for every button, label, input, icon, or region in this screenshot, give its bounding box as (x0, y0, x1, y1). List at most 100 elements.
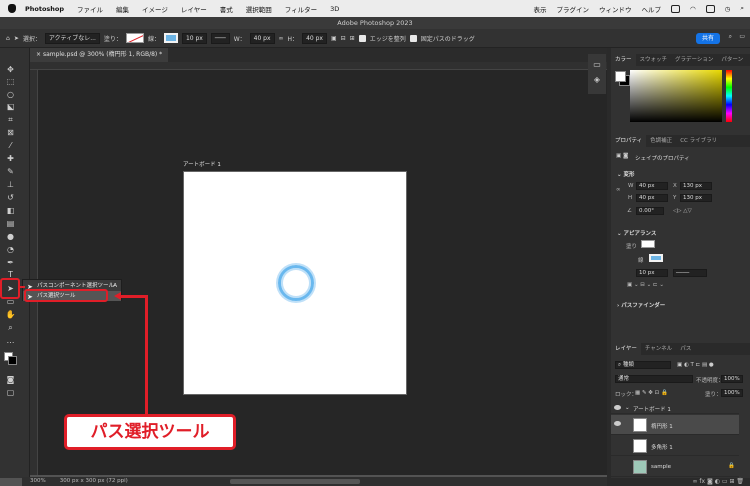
lock-icons[interactable]: ▦ ✎ ✥ ⊡ 🔒 (635, 390, 668, 396)
horizontal-scrollbar[interactable] (230, 479, 360, 484)
x-field-prop[interactable]: 130 px (680, 182, 712, 190)
angle-field[interactable]: 0.00° (636, 207, 664, 215)
hue-slider[interactable] (726, 70, 732, 122)
lasso-tool-icon[interactable]: ○ (4, 90, 17, 99)
menu-file[interactable]: ファイル (77, 4, 103, 14)
fill-field-layers[interactable]: 100% (721, 389, 743, 397)
menu-select[interactable]: 選択範囲 (246, 4, 272, 14)
layer-row-ellipse[interactable]: 楕円形 1 (611, 415, 739, 435)
stamp-tool-icon[interactable]: ⊥ (4, 180, 17, 189)
frame-tool-icon[interactable]: ⊠ (4, 128, 17, 137)
object-select-tool-icon[interactable]: ⬕ (4, 102, 17, 111)
battery-icon[interactable] (705, 4, 715, 13)
tab-properties[interactable]: プロパティ (611, 135, 647, 147)
brush-settings-icon[interactable]: ◈ (588, 75, 606, 84)
zoom-tool-icon[interactable]: ⌕ (4, 323, 17, 332)
more-tools-icon[interactable]: … (4, 336, 17, 345)
eraser-tool-icon[interactable]: ◧ (4, 206, 17, 215)
stroke-swatch-prop[interactable] (649, 254, 663, 262)
tab-layers[interactable]: レイヤー (611, 343, 641, 355)
blur-tool-icon[interactable]: ● (4, 232, 17, 241)
eye-icon[interactable] (614, 405, 621, 410)
workspace-icon[interactable]: ▭ (739, 33, 745, 40)
stroke-type-field[interactable]: ──── (673, 269, 707, 277)
move-tool-icon[interactable]: ✥ (4, 65, 17, 74)
menu-window[interactable]: ウィンドウ (599, 4, 632, 14)
screen-mode-icon[interactable]: ▢ (4, 388, 17, 397)
layer-filter-dropdown[interactable]: ⌕ 種類 (615, 361, 671, 369)
menu-3d[interactable]: 3D (330, 5, 339, 13)
path-arrange-icon[interactable]: ⊞ (350, 35, 355, 42)
quick-mask-icon[interactable]: ◙ (4, 375, 17, 384)
fixed-path-checkbox[interactable] (409, 34, 417, 42)
w-field-prop[interactable]: 40 px (636, 182, 668, 190)
home-icon[interactable]: ⌂ (6, 35, 10, 42)
hand-tool-icon[interactable]: ✋ (4, 310, 17, 319)
menu-type[interactable]: 書式 (220, 4, 233, 14)
dodge-tool-icon[interactable]: ◔ (4, 245, 17, 254)
search-icon-bar[interactable]: ⌕ (729, 33, 732, 41)
w-field[interactable]: 40 px (249, 32, 275, 44)
healing-brush-icon[interactable]: ✚ (4, 154, 17, 163)
ellipse-shape[interactable] (278, 265, 314, 301)
marquee-tool-icon[interactable]: ⬚ (4, 77, 17, 86)
menu-image[interactable]: イメージ (142, 4, 168, 14)
crop-tool-icon[interactable]: ⌗ (4, 115, 17, 124)
menu-plugins[interactable]: プラグイン (557, 4, 590, 14)
color-spectrum[interactable] (630, 70, 722, 122)
layer-row-artboard[interactable]: ⌄ アートボード 1 (611, 402, 739, 414)
stroke-type-dropdown[interactable]: ─── (210, 32, 230, 44)
brush-tool-icon[interactable]: ✎ (4, 167, 17, 176)
document-tab[interactable]: × sample.psd @ 300% (楕円形 1, RGB/8) * (30, 48, 169, 62)
search-icon[interactable]: ⌕ (740, 4, 744, 13)
background-color-icon[interactable] (8, 356, 17, 365)
foreground-color-swatch[interactable] (615, 71, 626, 82)
menu-filter[interactable]: フィルター (285, 4, 317, 14)
apple-icon[interactable] (8, 4, 16, 13)
zoom-level[interactable]: 300% (30, 477, 46, 486)
tab-patterns[interactable]: パターン (717, 54, 747, 66)
history-icon[interactable]: ▭ (588, 60, 606, 69)
opacity-field[interactable]: 100% (721, 375, 743, 383)
tab-gradients[interactable]: グラデーション (671, 54, 717, 66)
tab-cc-libraries[interactable]: CC ライブラリ (676, 135, 721, 147)
align-edges-checkbox[interactable] (358, 34, 366, 42)
chevron-down-icon[interactable]: ⌄ (625, 405, 630, 411)
eye-icon[interactable] (614, 421, 621, 426)
menu-app-name[interactable]: Photoshop (25, 5, 64, 13)
path-select-tool-icon[interactable]: ➤ (14, 35, 19, 42)
fill-swatch-prop[interactable] (641, 240, 655, 248)
stroke-swatch[interactable] (163, 33, 178, 43)
fill-swatch[interactable] (125, 33, 144, 43)
pen-tool-icon[interactable]: ✒ (4, 258, 17, 267)
tab-color[interactable]: カラー (611, 54, 636, 66)
link-icon[interactable]: ∞ (279, 35, 284, 42)
tab-paths[interactable]: パス (676, 343, 695, 355)
appearance-section[interactable]: ⌄ アピアランス (617, 229, 656, 237)
path-ops-icon[interactable]: ▣ (331, 35, 337, 42)
layer-row-sample[interactable]: sample 🔒 (611, 457, 739, 477)
stroke-width-field[interactable]: 10 px (181, 32, 207, 44)
status-icon[interactable] (671, 4, 681, 13)
select-dropdown[interactable]: アクティブなレ... (44, 32, 100, 44)
tab-swatches[interactable]: スウォッチ (636, 54, 672, 66)
layer-filter-icons[interactable]: ▣ ◐ T ⊏ ▤ ● (677, 362, 714, 368)
stroke-size-field[interactable]: 10 px (636, 269, 668, 277)
eyedropper-tool-icon[interactable]: ⁄ (4, 141, 17, 150)
wifi-icon[interactable]: ◠ (690, 5, 696, 13)
flip-icons[interactable]: ◁▷ △▽ (673, 208, 692, 214)
clock-icon[interactable]: ◷ (725, 5, 731, 13)
h-field[interactable]: 40 px (302, 32, 327, 44)
tab-adjustments[interactable]: 色調補正 (646, 135, 676, 147)
layers-footer-icons[interactable]: ∞ fx ◙ ◐ ▭ ⊞ 🗑 (611, 478, 750, 486)
menu-view[interactable]: 表示 (534, 4, 547, 14)
h-field-prop[interactable]: 40 px (636, 194, 668, 202)
menu-help[interactable]: ヘルプ (642, 4, 662, 14)
layer-row-polygon[interactable]: 多角形 1 (611, 436, 739, 456)
gradient-tool-icon[interactable]: ▤ (4, 219, 17, 228)
menu-layer[interactable]: レイヤー (181, 4, 207, 14)
transform-section[interactable]: ⌄ 変形 (617, 170, 635, 178)
share-button[interactable]: 共有 (695, 33, 720, 44)
stroke-options-icons[interactable]: ▣ ⌄ ⊟ ⌄ ⊏ ⌄ (627, 282, 664, 288)
history-brush-icon[interactable]: ↺ (4, 193, 17, 202)
